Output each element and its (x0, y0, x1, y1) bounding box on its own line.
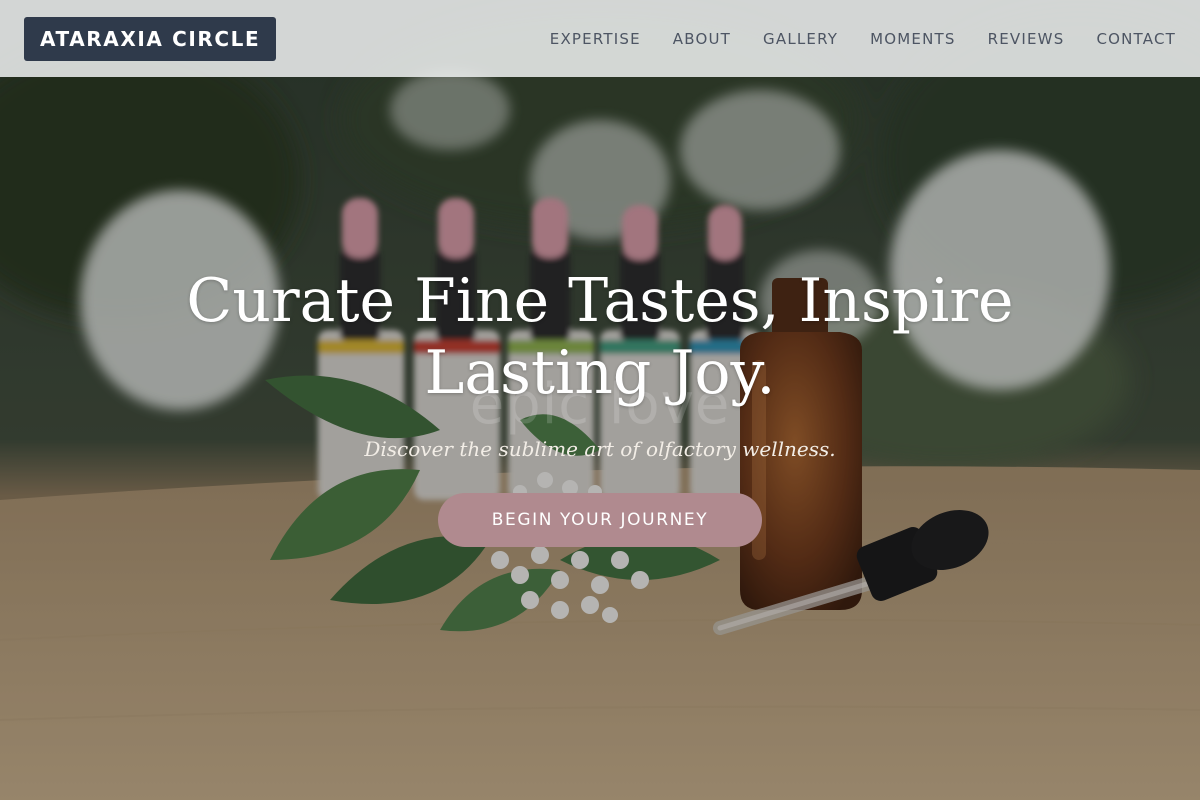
nav-item-moments[interactable]: MOMENTS (870, 30, 955, 48)
hero-title: Curate Fine Tastes, Inspire Lasting Joy. (186, 266, 1014, 408)
begin-journey-button[interactable]: BEGIN YOUR JOURNEY (438, 493, 762, 547)
hero-section: epic love Curate Fine Tastes, Inspire La… (0, 77, 1200, 800)
site-header: ATARAXIA CIRCLE EXPERTISE ABOUT GALLERY … (0, 0, 1200, 77)
hero-subtitle: Discover the sublime art of olfactory we… (364, 437, 836, 461)
nav-item-gallery[interactable]: GALLERY (763, 30, 838, 48)
brand-logo[interactable]: ATARAXIA CIRCLE (24, 16, 277, 61)
nav-item-expertise[interactable]: EXPERTISE (550, 30, 641, 48)
nav-item-reviews[interactable]: REVIEWS (988, 30, 1065, 48)
nav-item-about[interactable]: ABOUT (673, 30, 731, 48)
nav-item-contact[interactable]: CONTACT (1096, 30, 1176, 48)
main-nav: EXPERTISE ABOUT GALLERY MOMENTS REVIEWS … (550, 30, 1176, 48)
